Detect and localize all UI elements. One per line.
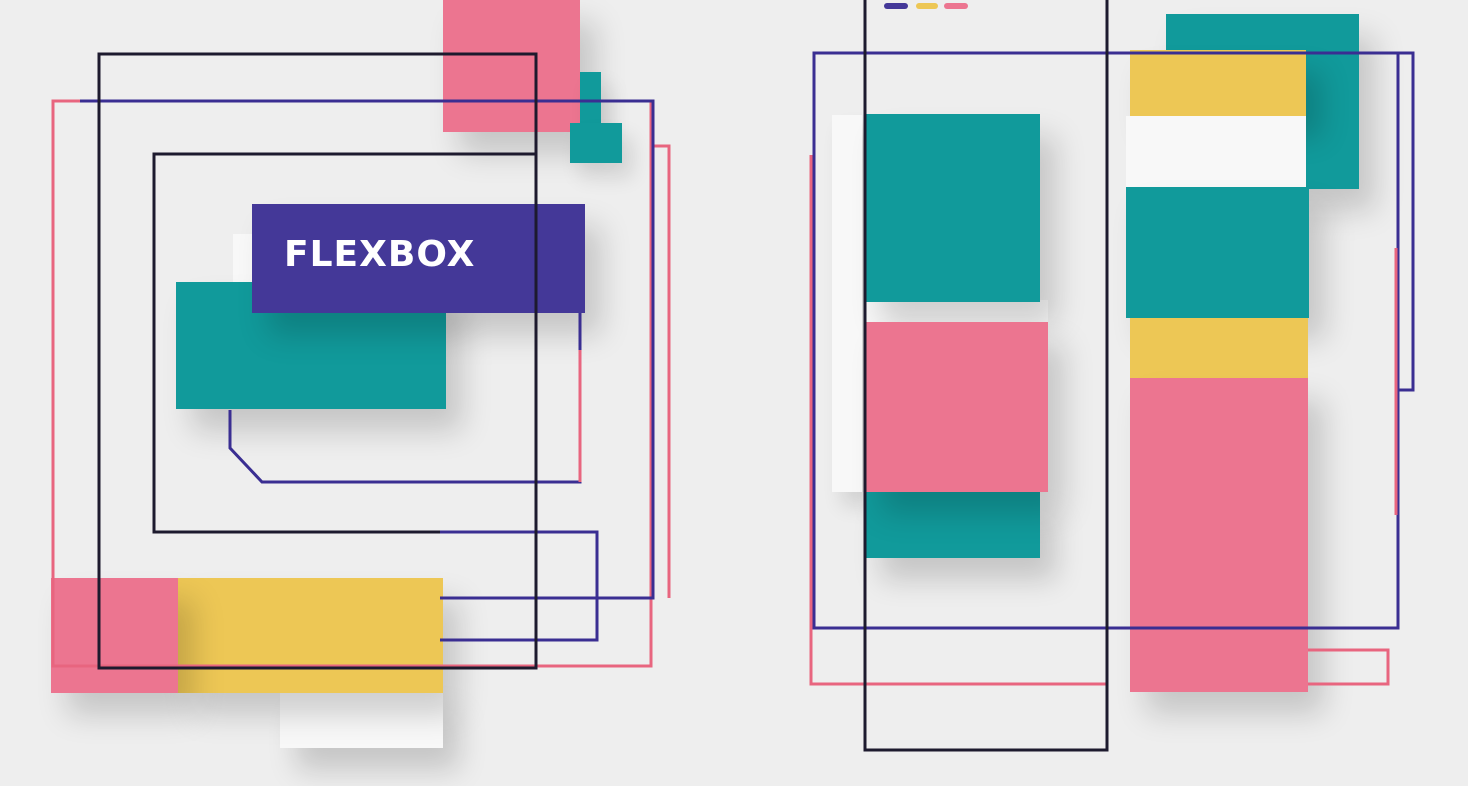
left-frame-navy-inner xyxy=(440,530,599,642)
right-frame-pink-bottom xyxy=(1308,648,1390,686)
right-frame-dark-column xyxy=(863,0,1109,752)
left-frame-dark-outer xyxy=(97,52,538,670)
left-frame-navy-hook xyxy=(228,313,582,484)
canvas: FLEXBOX xyxy=(0,0,1468,786)
outline-frames xyxy=(51,0,1415,752)
right-frame-navy-side xyxy=(1359,51,1415,392)
left-frame-navy-outer xyxy=(80,99,655,600)
left-frame-pink-outer xyxy=(51,99,653,668)
right-frame-pink-left xyxy=(809,155,1108,686)
left-frame-dark-inner xyxy=(152,152,536,534)
